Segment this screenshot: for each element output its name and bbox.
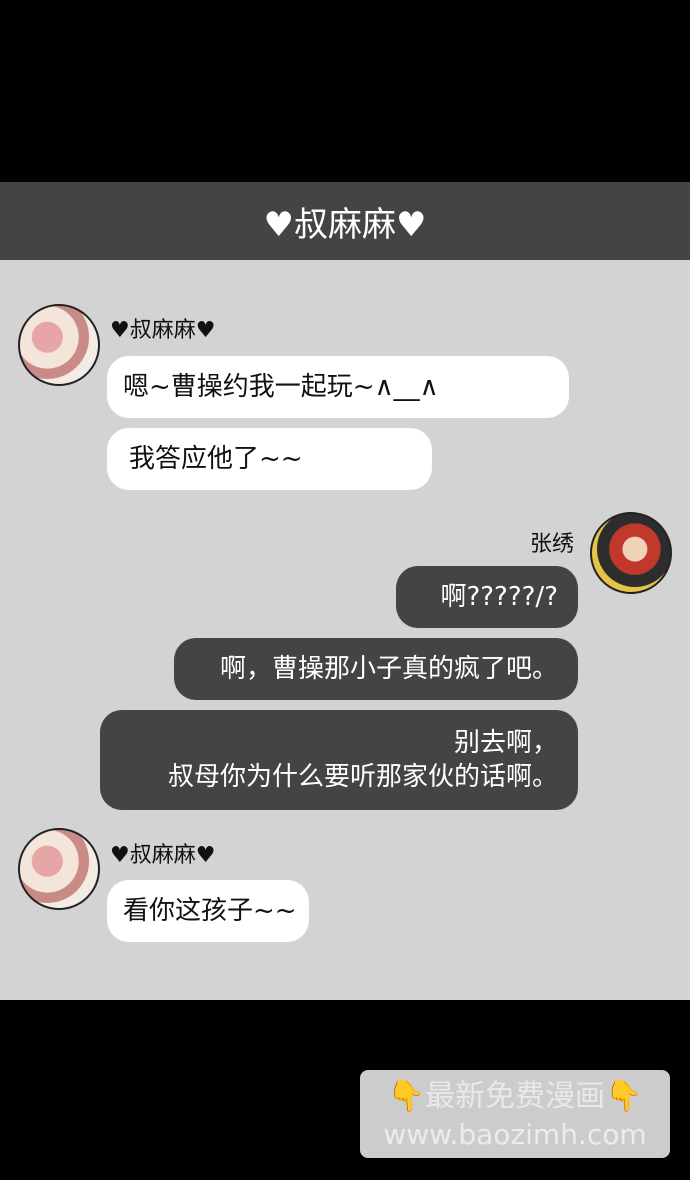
message-bubble-outgoing[interactable]: 别去啊， 叔母你为什么要听那家伙的话啊。: [100, 710, 578, 810]
message-text: 我答应他了~~: [129, 444, 303, 474]
message-text-line: 叔母你为什么要听那家伙的话啊。: [167, 762, 558, 792]
avatar-shumama[interactable]: [18, 828, 100, 910]
pointing-down-icon: 👇: [605, 1079, 643, 1114]
watermark-line1: 最新免费漫画: [425, 1079, 605, 1114]
watermark-line1-row: 👇最新免费漫画👇: [360, 1076, 670, 1118]
watermark-line2[interactable]: www.baozimh.com: [360, 1118, 670, 1152]
message-bubble-outgoing[interactable]: 啊，曹操那小子真的疯了吧。: [174, 638, 578, 700]
message-text: 看你这孩子~~: [123, 896, 297, 926]
message-text: 啊，曹操那小子真的疯了吧。: [219, 654, 558, 684]
sender-name-shumama: ♥叔麻麻♥: [110, 843, 216, 868]
chat-panel[interactable]: ♥叔麻麻♥ 嗯~曹操约我一起玩~∧__∧ 我答应他了~~ 张绣 啊?????/?…: [0, 260, 690, 1000]
avatar-zhangxiu[interactable]: [590, 512, 672, 594]
message-bubble-incoming[interactable]: 看你这孩子~~: [107, 880, 309, 942]
sender-name-shumama: ♥叔麻麻♥: [110, 318, 216, 343]
pointing-down-icon: 👇: [387, 1079, 425, 1114]
chat-title-bar: ♥叔麻麻♥: [0, 182, 690, 260]
avatar-shumama[interactable]: [18, 304, 100, 386]
message-text: 嗯~曹操约我一起玩~∧__∧: [123, 372, 439, 402]
watermark-banner[interactable]: 👇最新免费漫画👇 www.baozimh.com: [360, 1070, 670, 1158]
message-bubble-outgoing[interactable]: 啊?????/?: [396, 566, 578, 628]
message-text: 啊?????/?: [440, 582, 558, 612]
message-text-line: 别去啊，: [453, 728, 558, 758]
sender-name-zhangxiu: 张绣: [529, 532, 574, 557]
message-bubble-incoming[interactable]: 嗯~曹操约我一起玩~∧__∧: [107, 356, 569, 418]
message-bubble-incoming[interactable]: 我答应他了~~: [107, 428, 432, 490]
chat-title: ♥叔麻麻♥: [263, 204, 427, 245]
